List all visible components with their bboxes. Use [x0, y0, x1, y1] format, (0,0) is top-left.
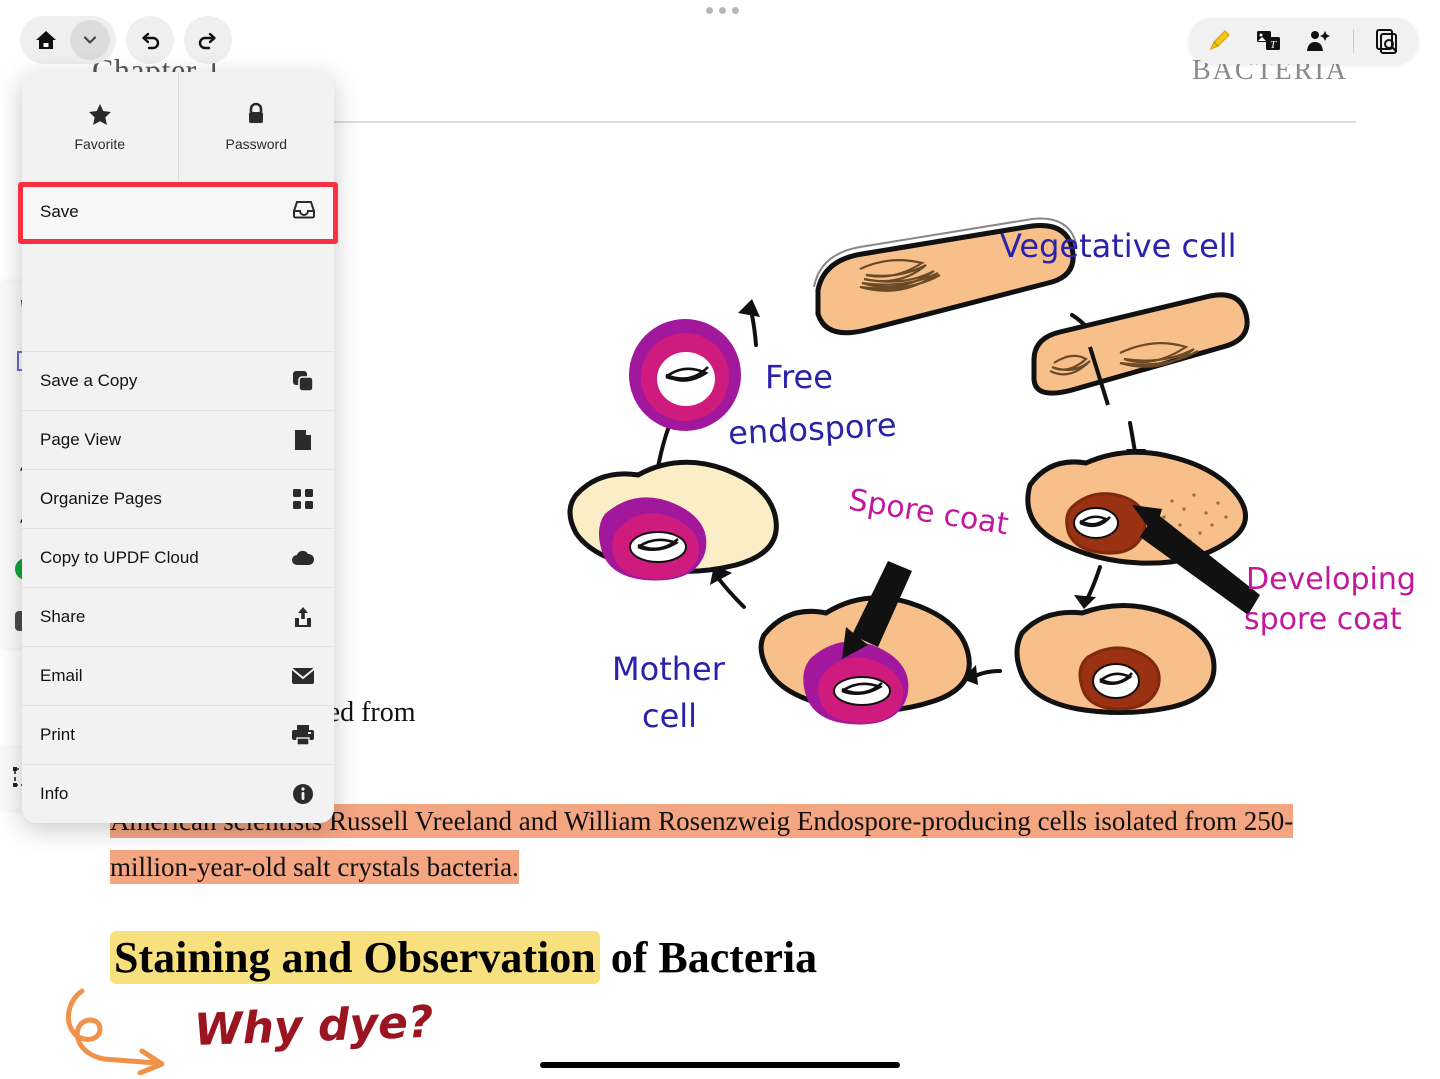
menu-quick-actions: Favorite Password [22, 72, 334, 182]
menu-item-print[interactable]: Print [22, 705, 334, 764]
label-developing: Developing [1246, 562, 1416, 597]
file-dropdown-menu[interactable]: Favorite Password Save Save a Copy Page … [22, 72, 334, 823]
home-icon [36, 31, 56, 49]
envelope-icon [290, 663, 316, 689]
redo-icon [198, 32, 216, 50]
label-vegetative-cell: Vegetative cell [1000, 227, 1237, 265]
menu-item-save-a-copy-label: Save a Copy [40, 371, 138, 390]
label-mother: Mother [612, 650, 725, 688]
share-icon [290, 604, 316, 630]
menu-password-button[interactable]: Password [177, 72, 335, 182]
menu-item-save-a-copy[interactable]: Save a Copy [22, 351, 334, 410]
star-icon [88, 103, 111, 125]
drag-dot [706, 7, 713, 14]
undo-icon [142, 32, 160, 50]
handwritten-note: Why dye? [193, 996, 435, 1056]
menu-item-print-label: Print [40, 725, 75, 744]
printer-icon [290, 722, 316, 748]
label-cell: cell [642, 697, 698, 735]
lock-icon [249, 102, 264, 123]
image-ai-icon[interactable] [1303, 25, 1335, 57]
menu-favorite-label: Favorite [74, 135, 126, 152]
endospore-cycle-diagram: Vegetative cell Free endospore Spore coa… [560, 195, 1440, 755]
maturing-spore-cell-shape [1014, 603, 1217, 716]
menu-item-share[interactable]: Share [22, 587, 334, 646]
label-spore-coat-2: spore coat [1244, 602, 1402, 637]
menu-item-email-label: Email [40, 666, 83, 685]
window-drag-handle[interactable] [706, 7, 739, 14]
info-icon [290, 781, 316, 807]
free-endospore-shape [629, 319, 741, 431]
page-search-icon[interactable] [1372, 25, 1404, 57]
heading-rest: of Bacteria [599, 933, 818, 982]
handwritten-arrow-icon [65, 988, 165, 1075]
menu-item-save[interactable]: Save [22, 182, 334, 241]
toolbar-left [20, 16, 232, 64]
redo-button[interactable] [184, 16, 232, 64]
menu-item-page-view-label: Page View [40, 430, 121, 449]
label-free: Free [765, 358, 833, 396]
page-icon [290, 427, 316, 453]
chevron-down-icon [83, 36, 97, 44]
svg-text:T: T [1270, 39, 1277, 51]
toolbar-right: T [1189, 18, 1418, 64]
home-indicator [540, 1062, 900, 1068]
save-tray-icon [292, 199, 316, 224]
menu-item-email[interactable]: Email [22, 646, 334, 705]
ocr-text-icon[interactable]: T [1253, 25, 1285, 57]
toolbar-separator [1353, 29, 1354, 53]
home-menu-pill [20, 16, 116, 64]
menu-item-share-label: Share [40, 607, 86, 626]
drag-dot [732, 7, 739, 14]
home-button[interactable] [26, 20, 66, 60]
section-heading: Staining and Observation of Bacteria [110, 931, 818, 984]
grid-icon [290, 486, 316, 512]
menu-item-info-label: Info [40, 784, 69, 803]
divided-cell-shape [1031, 292, 1250, 406]
menu-item-copy-to-updf-cloud-label: Copy to UPDF Cloud [40, 548, 199, 567]
yellow-highlight-text: Staining and Observation [110, 931, 600, 984]
copy-icon [290, 368, 316, 394]
lysed-cell-shape [567, 459, 779, 581]
menu-item-organize-pages-label: Organize Pages [40, 489, 162, 508]
file-menu-button[interactable] [70, 20, 110, 60]
menu-favorite-button[interactable]: Favorite [22, 72, 178, 182]
menu-item-organize-pages[interactable]: Organize Pages [22, 469, 334, 528]
marker-pen-icon[interactable] [1203, 25, 1235, 57]
menu-item-copy-to-updf-cloud[interactable]: Copy to UPDF Cloud [22, 528, 334, 587]
menu-password-label: Password [225, 136, 287, 152]
menu-item-page-view[interactable]: Page View [22, 410, 334, 469]
drag-dot [719, 7, 726, 14]
undo-button[interactable] [126, 16, 174, 64]
menu-item-save-label: Save [40, 201, 79, 221]
menu-item-info[interactable]: Info [22, 764, 334, 823]
cloud-icon [290, 545, 316, 571]
